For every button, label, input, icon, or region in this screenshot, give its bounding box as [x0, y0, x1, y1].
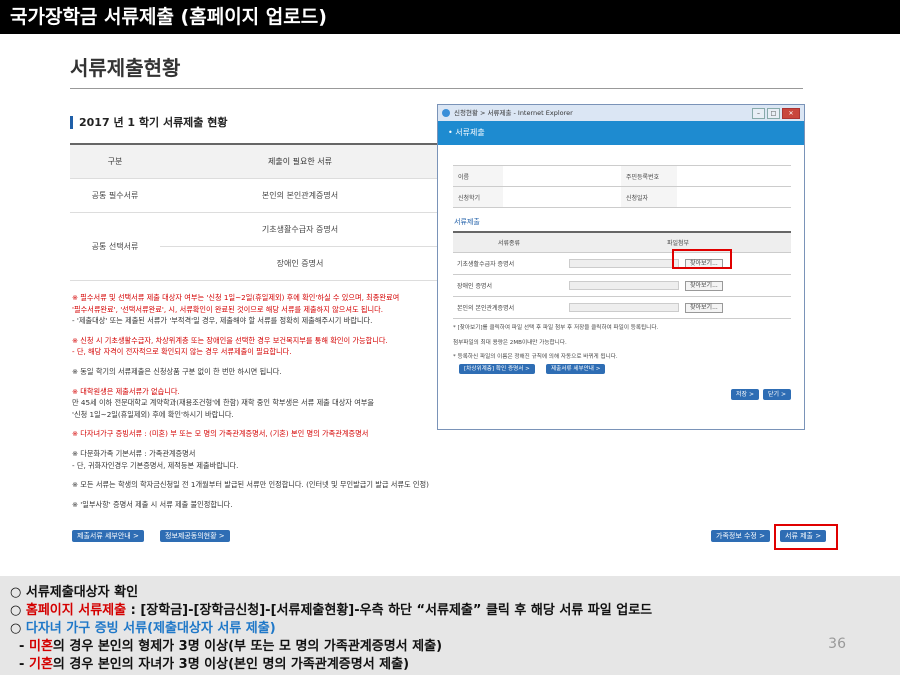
popup-note-line: 첨부파일의 최대 용량은 2MB이내만 가능합니다. [453, 339, 567, 346]
file-row: 본인의 본인관계증명서 찾아보기... [453, 296, 791, 319]
info-label: 이름 [453, 165, 503, 187]
maximize-icon[interactable]: □ [767, 108, 780, 119]
file-path-field[interactable] [569, 281, 679, 290]
docs-table: 구분 제출이 필요한 서류 공통 필수서류 본인의 본인관계증명서 공통 선택서… [70, 143, 440, 281]
popup-close-button[interactable]: 닫기 > [763, 389, 791, 400]
row-doc: 기초생활수급자 증명서 [160, 212, 440, 247]
divider [70, 88, 803, 89]
file-row: 장애인 증명서 찾아보기... [453, 274, 791, 297]
info-value [677, 165, 791, 187]
note-line: ※ 다문화가족 기본서류 : 가족관계증명서 [72, 448, 196, 458]
popup-note-line: * [찾아보기]를 클릭하여 파일 선택 후 파일 첨부 후 저장을 클릭하여 … [453, 325, 659, 331]
footer-line: ○ 서류제출대상자 확인 [10, 585, 139, 600]
browse-button[interactable]: 찾아보기... [685, 302, 723, 313]
footer-highlight: 다자녀 가구 증빙 서류(제출대상자 서류 제출) [25, 621, 276, 636]
row-doc: 장애인 증명서 [160, 246, 440, 281]
info-value [503, 186, 621, 208]
footer-highlight: 홈페이지 서류제출 [25, 603, 127, 618]
popup-doc-info-button[interactable]: 제출서류 세부안내 > [546, 364, 606, 374]
popup-note-line: * 등록하신 파일의 이름은 정해진 규칙에 의해 자동으로 바뀌게 됩니다. [453, 354, 618, 360]
close-icon[interactable]: ✕ [782, 108, 800, 119]
col-header-doc-type: 서류종류 [453, 231, 565, 253]
applicant-info-table: 이름 주민등록번호 신청학기 신청일자 [453, 165, 791, 208]
highlight-box [774, 524, 838, 550]
section-heading: 2017 년 1 학기 서류제출 현황 [70, 116, 228, 129]
notes-block: ※ 필수서류 및 선택서류 제출 대상자 여부는 '신청 1일~2일(휴일제외)… [72, 292, 444, 510]
footer-highlight: 기혼 [28, 657, 53, 672]
file-doc-name: 기초생활수급자 증명서 [453, 252, 565, 275]
note-line: '필수서류완료', '선택서류완료', 시, 서류확인이 완료된 것이므로 해당… [72, 304, 384, 314]
note-line: 만 45세 이하 전문대학교 계약학과(재용조건형'에 한함) 재학 중인 학부… [72, 398, 375, 408]
save-button[interactable]: 저장 > [731, 389, 759, 400]
footer-notes: ○ 서류제출대상자 확인 ○ 홈페이지 서류제출 : [장학금]-[장학금신청]… [0, 576, 900, 675]
info-label: 신청학기 [453, 186, 503, 208]
footer-line: ○ 홈페이지 서류제출 : [장학금]-[장학금신청]-[서류제출현황]-우측 … [10, 603, 653, 618]
ie-icon [442, 109, 450, 117]
footer-highlight: 미혼 [28, 639, 53, 654]
popup-titlebar: 신청현황 > 서류제출 - Internet Explorer – □ ✕ [438, 105, 804, 121]
family-edit-button[interactable]: 가족정보 수정 > [711, 530, 770, 542]
popup-header: • 서류제출 [438, 121, 804, 145]
file-upload-table: 서류종류 파일첨부 기초생활수급자 증명서 찾아보기... 장애인 증명서 찾아… [453, 231, 791, 319]
info-label: 주민등록번호 [621, 165, 677, 187]
row-category: 공통 선택서류 [70, 212, 160, 281]
note-line: ※ 다자녀가구 증빙서류 : (미혼) 부 또는 모 명의 가족관계증명서, (… [72, 429, 369, 439]
note-line: ※ 신청 시 기초생활수급자, 차상위계층 또는 장애인을 선택한 경우 보건복… [72, 335, 388, 345]
info-value [503, 165, 621, 187]
file-doc-name: 장애인 증명서 [453, 274, 565, 297]
popup-window-title: 신청현황 > 서류제출 - Internet Explorer [454, 109, 573, 117]
popup-notes: * [찾아보기]를 클릭하여 파일 선택 후 파일 첨부 후 저장을 클릭하여 … [453, 321, 798, 365]
note-line: ※ 모든 서류는 학생의 학자금신청일 전 1개월부터 발급된 서류만 인정합니… [72, 480, 429, 490]
col-header-docs: 제출이 필요한 서류 [160, 143, 440, 179]
file-row: 기초생활수급자 증명서 찾아보기... [453, 252, 791, 275]
file-path-field[interactable] [569, 259, 679, 268]
footer-line: - 기혼의 경우 본인의 자녀가 3명 이상(본인 명의 가족관계증명서 제출) [10, 657, 410, 672]
highlight-box [672, 249, 732, 269]
page-number: 36 [828, 636, 846, 652]
table-row: 공통 선택서류 기초생활수급자 증명서 [70, 212, 440, 281]
minimize-icon[interactable]: – [752, 108, 765, 119]
row-category: 공통 필수서류 [70, 178, 160, 213]
row-doc: 본인의 본인관계증명서 [160, 178, 440, 213]
info-agree-button[interactable]: 정보제공동의현황 > [160, 530, 230, 542]
slide-title: 국가장학금 서류제출 (홈페이지 업로드) [0, 0, 900, 34]
note-line: - '제출대상' 또는 제출된 서류가 '부적격'일 경우, 제출해야 할 서류… [72, 316, 373, 326]
note-line: - 단, 해당 자격이 전자적으로 확인되지 않는 경우 서류제출이 필요합니다… [72, 347, 292, 357]
popup-subtitle: 서류제출 [454, 218, 480, 226]
doc-info-button[interactable]: 제출서류 세부안내 > [72, 530, 144, 542]
col-header-category: 구분 [70, 143, 160, 179]
info-label: 신청일자 [621, 186, 677, 208]
note-line: ※ '일부사항' 증명서 제출 시 서류 제출 불인정합니다. [72, 499, 233, 509]
note-line: ※ 대학원생은 제출서류가 없습니다. [72, 386, 180, 396]
note-line: '신청 1일~2일(휴일제외) 후에 확인'하시기 바랍니다. [72, 409, 234, 419]
table-row: 공통 필수서류 본인의 본인관계증명서 [70, 178, 440, 213]
page-title: 서류제출현황 [70, 56, 181, 80]
footer-line: ○ 다자녀 가구 증빙 서류(제출대상자 서류 제출) [10, 621, 276, 636]
proof-cert-button[interactable]: [차상위계층] 확인 증명서 > [459, 364, 535, 374]
info-value [677, 186, 791, 208]
browse-button[interactable]: 찾아보기... [685, 280, 723, 291]
footer-line: - 미혼의 경우 본인의 형제가 3명 이상(부 또는 모 명의 가족관계증명서… [10, 639, 443, 654]
upload-popup-window: 신청현황 > 서류제출 - Internet Explorer – □ ✕ • … [437, 104, 805, 430]
note-line: ※ 필수서류 및 선택서류 제출 대상자 여부는 '신청 1일~2일(휴일제외)… [72, 293, 400, 302]
file-doc-name: 본인의 본인관계증명서 [453, 296, 565, 319]
table-header-row: 구분 제출이 필요한 서류 [70, 143, 440, 179]
note-line: ※ 동일 학기의 서류제출은 신청상품 구분 없이 한 번만 하시면 됩니다. [72, 366, 282, 376]
note-line: - 단, 귀화자인경우 기본증명서, 제적등본 제출바랍니다. [72, 460, 239, 470]
file-path-field[interactable] [569, 303, 679, 312]
